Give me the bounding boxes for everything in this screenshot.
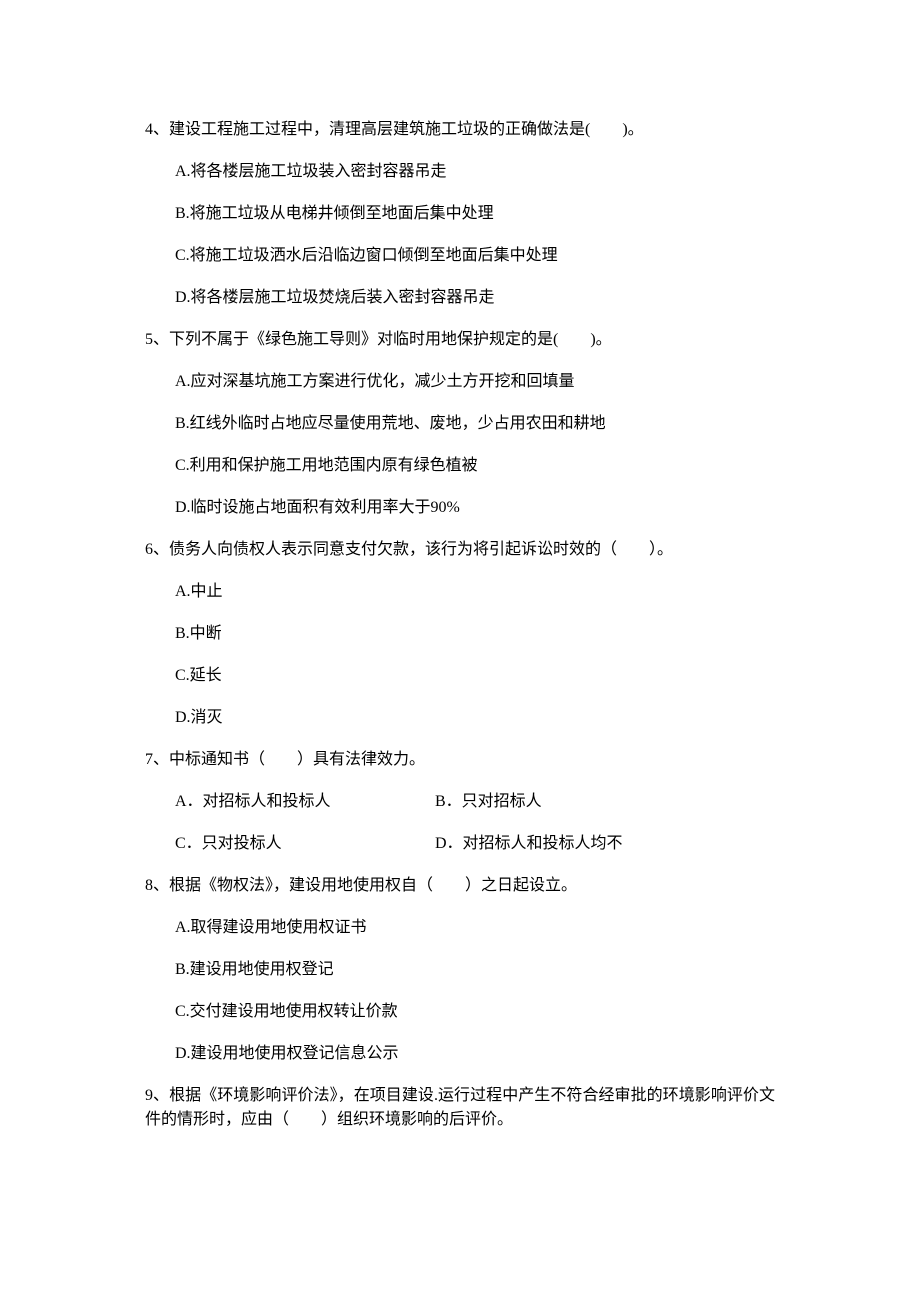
question-7: 7、中标通知书（ ）具有法律效力。 A．对招标人和投标人 B．只对招标人 C．只…	[145, 748, 775, 856]
question-stem: 9、根据《环境影响评价法》，在项目建设.运行过程中产生不符合经审批的环境影响评价…	[145, 1084, 775, 1132]
question-stem: 8、根据《物权法》，建设用地使用权自（ ）之日起设立。	[145, 874, 775, 898]
options-list: A.应对深基坑施工方案进行优化，减少土方开挖和回填量 B.红线外临时占地应尽量使…	[145, 370, 775, 520]
question-number: 9、	[145, 1087, 169, 1104]
option-row: C．只对投标人 D．对招标人和投标人均不	[175, 832, 775, 856]
question-text: 根据《环境影响评价法》，在项目建设.运行过程中产生不符合经审批的环境影响评价文件…	[145, 1087, 775, 1128]
option-d: D.消灭	[175, 706, 775, 730]
question-stem: 6、债务人向债权人表示同意支付欠款，该行为将引起诉讼时效的（ ）。	[145, 538, 775, 562]
question-number: 5、	[145, 331, 169, 348]
option-c: C.交付建设用地使用权转让价款	[175, 1000, 775, 1024]
option-a: A.将各楼层施工垃圾装入密封容器吊走	[175, 160, 775, 184]
option-c: C.延长	[175, 664, 775, 688]
question-stem: 7、中标通知书（ ）具有法律效力。	[145, 748, 775, 772]
option-c: C．只对投标人	[175, 832, 435, 856]
question-text: 建设工程施工过程中，清理高层建筑施工垃圾的正确做法是( )。	[169, 121, 644, 138]
question-stem: 4、建设工程施工过程中，清理高层建筑施工垃圾的正确做法是( )。	[145, 118, 775, 142]
option-c: C.将施工垃圾洒水后沿临边窗口倾倒至地面后集中处理	[175, 244, 775, 268]
question-8: 8、根据《物权法》，建设用地使用权自（ ）之日起设立。 A.取得建设用地使用权证…	[145, 874, 775, 1066]
question-stem: 5、下列不属于《绿色施工导则》对临时用地保护规定的是( )。	[145, 328, 775, 352]
options-list: A.将各楼层施工垃圾装入密封容器吊走 B.将施工垃圾从电梯井倾倒至地面后集中处理…	[145, 160, 775, 310]
option-b: B．只对招标人	[435, 790, 542, 814]
question-4: 4、建设工程施工过程中，清理高层建筑施工垃圾的正确做法是( )。 A.将各楼层施…	[145, 118, 775, 310]
option-a: A．对招标人和投标人	[175, 790, 435, 814]
options-list-two-col: A．对招标人和投标人 B．只对招标人 C．只对投标人 D．对招标人和投标人均不	[145, 790, 775, 856]
exam-page: 4、建设工程施工过程中，清理高层建筑施工垃圾的正确做法是( )。 A.将各楼层施…	[0, 0, 920, 1210]
question-number: 7、	[145, 751, 169, 768]
question-number: 4、	[145, 121, 169, 138]
question-5: 5、下列不属于《绿色施工导则》对临时用地保护规定的是( )。 A.应对深基坑施工…	[145, 328, 775, 520]
option-b: B.建设用地使用权登记	[175, 958, 775, 982]
option-d: D.临时设施占地面积有效利用率大于90%	[175, 496, 775, 520]
option-a: A.取得建设用地使用权证书	[175, 916, 775, 940]
option-d: D.建设用地使用权登记信息公示	[175, 1042, 775, 1066]
option-c: C.利用和保护施工用地范围内原有绿色植被	[175, 454, 775, 478]
question-6: 6、债务人向债权人表示同意支付欠款，该行为将引起诉讼时效的（ ）。 A.中止 B…	[145, 538, 775, 730]
question-text: 下列不属于《绿色施工导则》对临时用地保护规定的是( )。	[169, 331, 612, 348]
options-list: A.取得建设用地使用权证书 B.建设用地使用权登记 C.交付建设用地使用权转让价…	[145, 916, 775, 1066]
question-text: 中标通知书（ ）具有法律效力。	[169, 751, 425, 768]
option-d: D．对招标人和投标人均不	[435, 832, 623, 856]
option-a: A.中止	[175, 580, 775, 604]
option-b: B.将施工垃圾从电梯井倾倒至地面后集中处理	[175, 202, 775, 226]
question-text: 根据《物权法》，建设用地使用权自（ ）之日起设立。	[169, 877, 577, 894]
option-b: B.红线外临时占地应尽量使用荒地、废地，少占用农田和耕地	[175, 412, 775, 436]
option-d: D.将各楼层施工垃圾焚烧后装入密封容器吊走	[175, 286, 775, 310]
question-9: 9、根据《环境影响评价法》，在项目建设.运行过程中产生不符合经审批的环境影响评价…	[145, 1084, 775, 1132]
option-b: B.中断	[175, 622, 775, 646]
option-row: A．对招标人和投标人 B．只对招标人	[175, 790, 775, 814]
question-text: 债务人向债权人表示同意支付欠款，该行为将引起诉讼时效的（ ）。	[169, 541, 673, 558]
question-number: 8、	[145, 877, 169, 894]
options-list: A.中止 B.中断 C.延长 D.消灭	[145, 580, 775, 730]
option-a: A.应对深基坑施工方案进行优化，减少土方开挖和回填量	[175, 370, 775, 394]
question-number: 6、	[145, 541, 169, 558]
